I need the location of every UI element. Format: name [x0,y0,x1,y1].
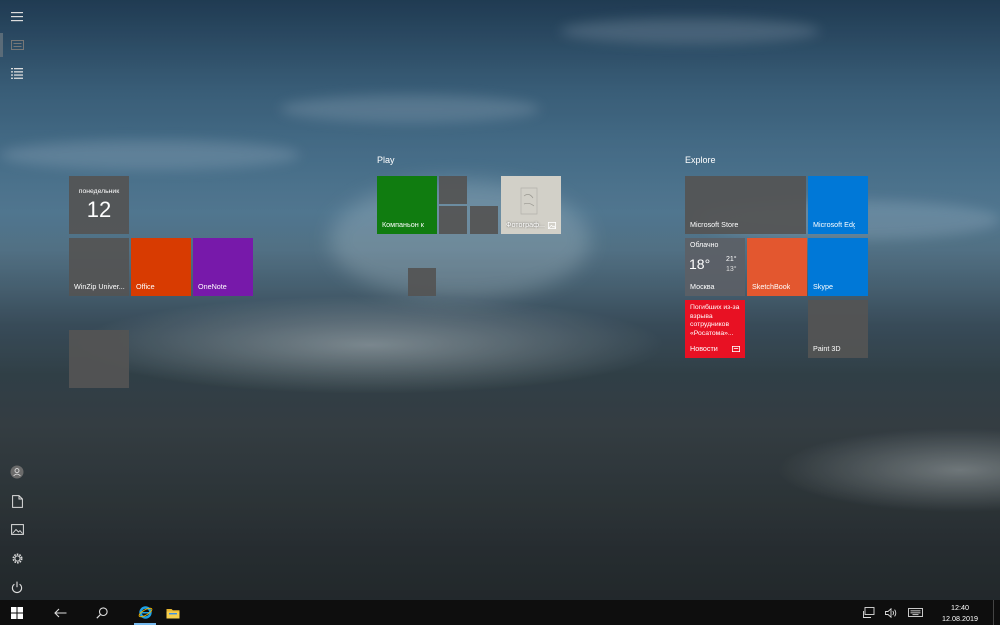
file-explorer-icon [166,608,180,618]
small-app-tile-3[interactable] [470,206,498,234]
xbox-companion-tile[interactable]: Компаньон к... [377,176,437,234]
winzip-tile[interactable]: WinZip Univer... [69,238,129,296]
back-button[interactable] [44,600,76,625]
small-app-tile-2[interactable] [439,206,467,234]
weather-high: 21° [726,256,737,263]
news-tile[interactable]: Погибших из-за взрыва сотрудников «Росат… [685,300,745,358]
calendar-tile[interactable]: понедельник 12 [69,176,129,234]
pinned-tiles-icon [10,40,24,50]
onenote-tile[interactable]: OneNote [193,238,253,296]
news-tile-label: Новости [690,344,718,353]
clock-date: 12.08.2019 [942,614,978,623]
keyboard-icon [907,608,923,617]
office-tile[interactable]: Office [131,238,191,296]
onenote-tile-label: OneNote [198,282,227,291]
hamburger-menu-icon [11,12,23,22]
group-title-play[interactable]: Play [377,155,395,165]
small-app-tile-4[interactable] [408,268,436,296]
tablet-mode-icon [863,607,875,618]
volume-icon [885,607,897,618]
internet-explorer-icon [138,606,152,619]
office-tile-label: Office [136,282,155,291]
pinned-tiles-button[interactable] [0,31,34,59]
weather-low: 13° [726,266,737,273]
sketchbook-tile-label: SketchBook [752,282,791,291]
all-apps-list-icon [11,67,23,79]
group-title-explore[interactable]: Explore [685,155,716,165]
paint-3d-tile[interactable]: Paint 3D [808,300,868,358]
user-account-button[interactable] [0,458,34,486]
microsoft-store-tile[interactable]: Microsoft Store [685,176,806,234]
microsoft-edge-tile-label: Microsoft Edge [813,220,855,229]
taskbar-clock[interactable]: 12:40 12.08.2019 [942,602,978,624]
hamburger-menu-button[interactable] [0,3,34,31]
windows-logo-icon [11,606,23,619]
winzip-tile-label: WinZip Univer... [74,282,125,291]
documents-icon [11,494,23,508]
news-headline: Погибших из-за взрыва сотрудников «Росат… [690,304,740,337]
sketchbook-tile[interactable]: SketchBook [747,238,807,296]
start-button[interactable] [0,600,34,625]
calendar-day-number: 12 [86,197,112,222]
skype-tile-label: Skype [813,282,833,291]
calendar-day-name: понедельник [78,188,120,195]
taskbar-file-explorer[interactable] [159,600,187,625]
taskbar: 12:40 12.08.2019 [0,600,1000,625]
pictures-icon [10,523,24,535]
photos-tile-label: Фотограф... [506,220,546,229]
weather-city: Москва [690,282,715,291]
power-icon [11,581,23,593]
paint-3d-tile-label: Paint 3D [813,344,841,353]
show-desktop-button[interactable] [993,600,1000,625]
photos-badge-icon [548,222,556,229]
tray-volume[interactable] [880,600,902,625]
weather-tile[interactable]: Облачно 18° 21° 13° Москва [685,238,745,296]
weather-temperature: 18° [689,256,711,272]
pictures-button[interactable] [0,515,34,543]
microsoft-store-tile-label: Microsoft Store [690,220,739,229]
photos-tile[interactable]: Фотограф... [501,176,561,234]
user-icon [10,465,24,479]
settings-button[interactable] [0,544,34,572]
skype-tile[interactable]: Skype [808,238,868,296]
tray-action-center[interactable] [858,600,880,625]
small-app-tile-1[interactable] [439,176,467,204]
search-button[interactable] [86,600,118,625]
tray-touch-keyboard[interactable] [903,600,927,625]
news-badge-icon [732,346,740,352]
empty-app-tile[interactable] [69,330,129,388]
documents-button[interactable] [0,487,34,515]
search-icon [96,606,108,619]
microsoft-edge-tile[interactable]: Microsoft Edge [808,176,868,234]
settings-icon [12,553,22,563]
all-apps-button[interactable] [0,59,34,87]
power-button[interactable] [0,573,34,601]
back-arrow-icon [53,608,66,617]
taskbar-internet-explorer[interactable] [131,600,159,625]
clock-time: 12:40 [951,603,969,612]
xbox-companion-tile-label: Компаньон к... [382,220,424,229]
photo-thumbnail-icon [520,187,538,215]
weather-condition: Облачно [690,242,719,249]
